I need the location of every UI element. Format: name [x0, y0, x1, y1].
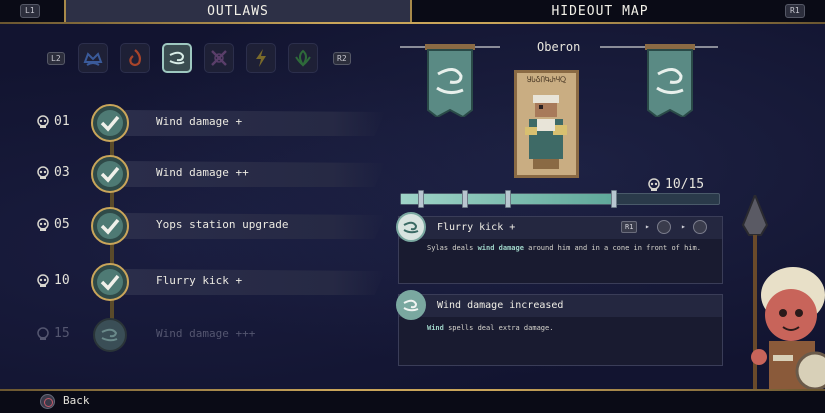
- upgrade-label: Flurry kick +: [156, 274, 243, 287]
- wind-locked-node-icon: [93, 318, 127, 352]
- r1-button-hint: R1: [621, 221, 638, 233]
- outlaw-character-art: [741, 195, 825, 389]
- element-nature[interactable]: [288, 43, 318, 73]
- element-lightning[interactable]: [246, 43, 276, 73]
- fire-swirl-icon: [129, 49, 141, 67]
- skill-title: Flurry kick +: [437, 222, 516, 233]
- sequence-arrow: ▸: [645, 222, 650, 231]
- upgrade-level: 05: [54, 217, 70, 232]
- circle-button-icon[interactable]: [40, 394, 55, 409]
- upgrade-label: Yops station upgrade: [156, 218, 289, 231]
- progress-milestone: [611, 190, 617, 208]
- notoriety-counter: 10/15: [647, 177, 704, 192]
- outlaw-figure-icon: [525, 95, 567, 169]
- notoriety-count: 10/15: [665, 177, 705, 192]
- outlaw-name: Oberon: [537, 40, 581, 54]
- upgrade-row-locked[interactable]: 15 Wind damage +++: [30, 314, 390, 354]
- upgrade-level: 10: [54, 273, 70, 288]
- upgrade-level: 01: [54, 114, 70, 129]
- upgrade-row[interactable]: 05 Yops station upgrade: [30, 205, 390, 245]
- back-button[interactable]: Back: [63, 394, 90, 407]
- check-node-icon: [91, 207, 129, 245]
- skill-description: Sylas deals wind damage around him and i…: [427, 244, 701, 252]
- upgrade-level: 03: [54, 165, 70, 180]
- notoriety-progress-bar: [400, 190, 720, 208]
- skull-icon: [648, 177, 660, 191]
- wind-flag-right: [645, 44, 695, 117]
- portrait-runes: ႸႱჂႶႩႰႷႭ: [527, 76, 566, 84]
- top-divider: [0, 22, 825, 24]
- passive-title: Wind damage increased: [437, 300, 564, 311]
- lightning-icon: [256, 49, 266, 67]
- r1-trigger-hint: R1: [785, 4, 805, 18]
- progress-milestone: [462, 190, 468, 208]
- footer-bar: Back: [0, 391, 825, 413]
- cross-swords-icon: [211, 50, 227, 66]
- skull-icon: [37, 217, 49, 231]
- sequence-arrow: ▸: [681, 222, 686, 231]
- check-node-icon: [91, 104, 129, 142]
- skull-icon: [37, 114, 49, 128]
- r2-trigger-hint: R2: [333, 52, 351, 65]
- passive-description: Wind spells deal extra damage.: [427, 324, 554, 332]
- upgrade-row[interactable]: 01 Wind damage +: [30, 102, 390, 142]
- upgrade-label: Wind damage ++: [156, 166, 249, 179]
- wind-passive-icon: [396, 290, 426, 320]
- wind-skill-icon: [396, 212, 426, 242]
- passive-detail-card: Wind damage increased Wind spells deal e…: [396, 290, 723, 366]
- element-water[interactable]: [78, 43, 108, 73]
- water-crown-icon: [83, 52, 103, 66]
- skill-detail-card: Flurry kick + R1 ▸ ▸ Sylas deals wind da…: [396, 212, 723, 284]
- triangle-button-icon: [693, 220, 707, 234]
- element-wind[interactable]: [162, 43, 192, 73]
- skull-icon: [37, 273, 49, 287]
- progress-milestone: [418, 190, 424, 208]
- skull-icon: [37, 326, 49, 340]
- check-node-icon: [91, 155, 129, 193]
- wind-flag-left: [425, 44, 475, 117]
- tab-outlaws[interactable]: OUTLAWS: [64, 0, 412, 24]
- l1-trigger-hint: L1: [20, 4, 40, 18]
- square-button-icon: [657, 220, 671, 234]
- wind-spiral-icon: [169, 51, 185, 65]
- upgrade-row[interactable]: 10 Flurry kick +: [30, 261, 390, 301]
- tab-hideout-map[interactable]: HIDEOUT MAP: [414, 0, 786, 24]
- upgrade-level: 15: [54, 326, 70, 341]
- top-tab-bar: L1 OUTLAWS HIDEOUT MAP R1: [0, 0, 825, 24]
- outlaw-portrait: ႸႱჂႶႩႰႷႭ: [514, 70, 579, 178]
- upgrade-row[interactable]: 03 Wind damage ++: [30, 153, 390, 193]
- upgrade-label: Wind damage +++: [156, 327, 256, 340]
- leaf-crown-icon: [295, 49, 311, 67]
- check-node-icon: [91, 263, 129, 301]
- element-blades[interactable]: [204, 43, 234, 73]
- upgrade-label: Wind damage +: [156, 115, 243, 128]
- l2-trigger-hint: L2: [47, 52, 65, 65]
- skull-icon: [37, 165, 49, 179]
- element-fire[interactable]: [120, 43, 150, 73]
- progress-milestone: [505, 190, 511, 208]
